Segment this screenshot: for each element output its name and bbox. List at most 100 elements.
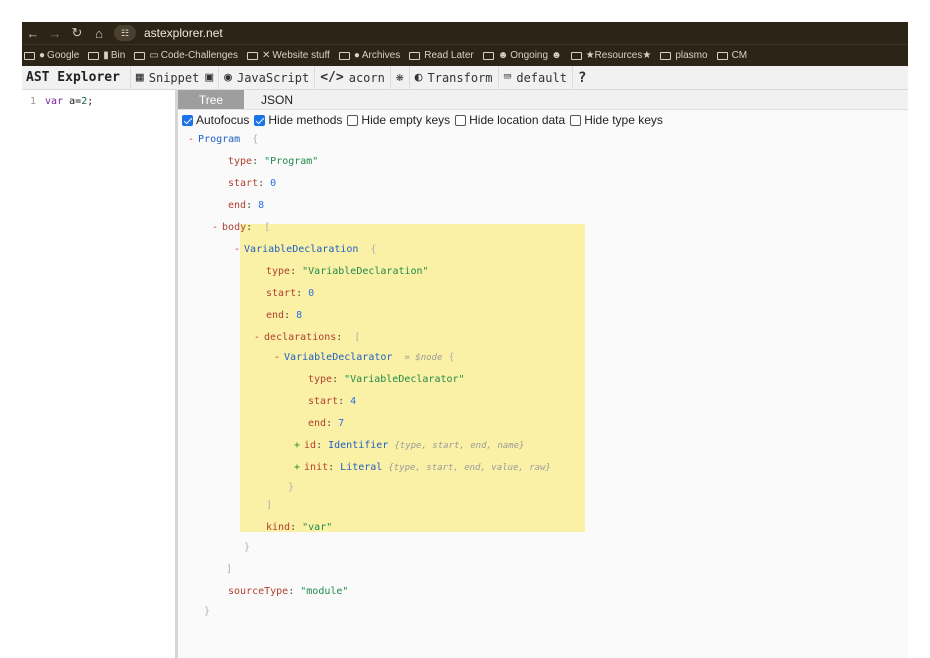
back-icon[interactable]: ← xyxy=(22,26,44,41)
bookmark-code-challenges[interactable]: ▭ Code-Challenges xyxy=(134,50,238,61)
tree-prop-start: start: 0 xyxy=(266,288,315,299)
tree-prop-start: start: 4 xyxy=(308,396,357,407)
tree-node-variable-declaration[interactable]: - VariableDeclaration { xyxy=(234,242,377,258)
tree-options: Autofocus Hide methods Hide empty keys H… xyxy=(178,110,908,130)
app-title: AST Explorer xyxy=(26,70,120,85)
trash-icon: ▮ xyxy=(103,50,109,61)
option-hide-type-keys[interactable]: Hide type keys xyxy=(570,113,663,127)
tree-prop-init[interactable]: + init: Literal {type, start, end, value,… xyxy=(294,460,551,476)
close-brace: } xyxy=(288,480,294,496)
expand-toggle[interactable]: + xyxy=(294,440,300,451)
bookmark-plasmo[interactable]: plasmo xyxy=(660,50,708,61)
option-hide-location-data[interactable]: Hide location data xyxy=(455,113,565,127)
output-panel: Tree JSON Autofocus Hide methods Hide em… xyxy=(178,90,908,658)
tree-prop-source-type: sourceType: "module" xyxy=(228,586,349,597)
folder-icon xyxy=(247,51,258,60)
option-label: Autofocus xyxy=(196,113,250,127)
home-icon[interactable]: ⌂ xyxy=(88,26,110,41)
collapse-toggle[interactable]: - xyxy=(254,332,260,343)
prop-key: type xyxy=(266,266,291,277)
snippet-button[interactable]: ▦ Snippet ▣ xyxy=(129,65,218,90)
site-info-icon[interactable]: ☷ xyxy=(114,25,136,41)
tree-prop-declarations[interactable]: - declarations: [ xyxy=(254,330,360,346)
bookmark-website-stuff[interactable]: ✕ Website stuff xyxy=(247,50,330,61)
bookmark-read-later[interactable]: Read Later xyxy=(409,50,474,61)
prop-key: end xyxy=(228,200,247,211)
tree-prop-kind: kind: "var" xyxy=(266,522,333,533)
tree-prop-start: start: 0 xyxy=(228,178,277,189)
prop-value: 0 xyxy=(308,288,315,299)
folder-icon xyxy=(134,51,146,60)
bookmarks-bar: ● Google ▮ Bin ▭ Code-Challenges ✕ Website s… xyxy=(22,44,908,66)
prop-key: start xyxy=(308,396,339,407)
tree-prop-type: type: "Program" xyxy=(228,156,319,167)
collapse-toggle[interactable]: - xyxy=(234,244,240,255)
bookmark-ongoing[interactable]: ☻ Ongoing ☻ xyxy=(482,50,562,61)
tree-node-program[interactable]: - Program { xyxy=(188,132,258,148)
collapse-toggle[interactable]: - xyxy=(188,134,194,145)
prop-key: end xyxy=(308,418,327,429)
code-keyword: var xyxy=(45,96,64,107)
keymap-select[interactable]: ⌨ default xyxy=(497,65,572,90)
expand-toggle[interactable]: + xyxy=(294,462,300,473)
node-name: Program xyxy=(198,134,241,145)
code-editor[interactable]: 1 var a=2; xyxy=(22,90,178,658)
collapse-toggle[interactable]: - xyxy=(212,222,218,233)
close-bracket: ] xyxy=(226,562,232,578)
autofocus-checkbox[interactable] xyxy=(182,114,193,126)
folder-icon xyxy=(338,51,350,60)
bookmark-resources[interactable]: ★Resources★ xyxy=(570,50,651,61)
keyboard-icon: ⌨ xyxy=(503,70,512,85)
snippet-label: Snippet xyxy=(148,70,200,85)
toggle-icon: ◐ xyxy=(414,70,423,85)
tab-json[interactable]: JSON xyxy=(244,90,310,109)
hide-type-keys-checkbox[interactable] xyxy=(570,114,582,126)
folder-icon xyxy=(88,51,100,60)
forward-icon[interactable]: → xyxy=(44,26,66,41)
help-icon: ? xyxy=(577,69,587,86)
help-button[interactable]: ? xyxy=(571,65,591,90)
prop-value: "var" xyxy=(302,522,333,533)
option-hide-methods[interactable]: Hide methods xyxy=(254,113,342,127)
open-brace: { xyxy=(252,134,259,145)
folder-icon xyxy=(24,51,35,60)
bookmark-google[interactable]: ● Google xyxy=(24,50,79,61)
tab-tree[interactable]: Tree xyxy=(178,90,244,109)
people-icon: ☻ xyxy=(551,50,562,61)
browser-window: ← → ↻ ⌂ ☷ astexplorer.net ● Google ▮ Bin ▭… xyxy=(22,22,908,658)
save-icon[interactable]: ▣ xyxy=(205,70,213,85)
tree-prop-id[interactable]: + id: Identifier {type, start, end, name} xyxy=(294,438,524,454)
tree-node-variable-declarator[interactable]: - VariableDeclarator = $node { xyxy=(274,350,454,366)
parser-settings-button[interactable]: ❋ xyxy=(389,65,409,90)
prop-value: "module" xyxy=(300,586,349,597)
parser-label: acorn xyxy=(348,70,385,85)
node-summary: {type, start, end, value, raw} xyxy=(388,463,551,473)
close-brace-text: } xyxy=(204,606,211,617)
tools-icon: ✕ xyxy=(262,50,271,61)
open-bracket: [ xyxy=(354,332,361,343)
hide-empty-keys-checkbox[interactable] xyxy=(347,114,359,126)
reload-icon[interactable]: ↻ xyxy=(66,25,88,41)
code-icon: </> xyxy=(320,70,344,85)
close-bracket-text: ] xyxy=(226,564,233,575)
language-select[interactable]: ◉ JavaScript xyxy=(218,65,314,90)
bookmark-archives[interactable]: ● Archives xyxy=(338,50,400,61)
option-label: Hide location data xyxy=(469,113,566,127)
parser-select[interactable]: </> acorn xyxy=(314,65,390,90)
option-autofocus[interactable]: Autofocus xyxy=(182,113,249,127)
option-hide-empty-keys[interactable]: Hide empty keys xyxy=(347,113,450,127)
hide-location-data-checkbox[interactable] xyxy=(455,114,467,126)
bookmark-bin[interactable]: ▮ Bin xyxy=(88,50,125,61)
bookmark-cm[interactable]: CM xyxy=(716,50,747,61)
language-icon: ◉ xyxy=(224,70,232,85)
transform-toggle[interactable]: ◐ Transform xyxy=(408,65,498,90)
prop-key: sourceType xyxy=(228,586,289,597)
tree-prop-body[interactable]: - body: [ xyxy=(212,220,270,236)
hide-methods-checkbox[interactable] xyxy=(254,114,266,126)
close-brace-text: } xyxy=(244,542,251,553)
address-bar[interactable]: astexplorer.net xyxy=(144,26,223,40)
node-name: VariableDeclarator xyxy=(284,352,393,363)
collapse-toggle[interactable]: - xyxy=(274,352,280,363)
keymap-label: default xyxy=(516,70,567,85)
folder-icon xyxy=(716,51,728,60)
